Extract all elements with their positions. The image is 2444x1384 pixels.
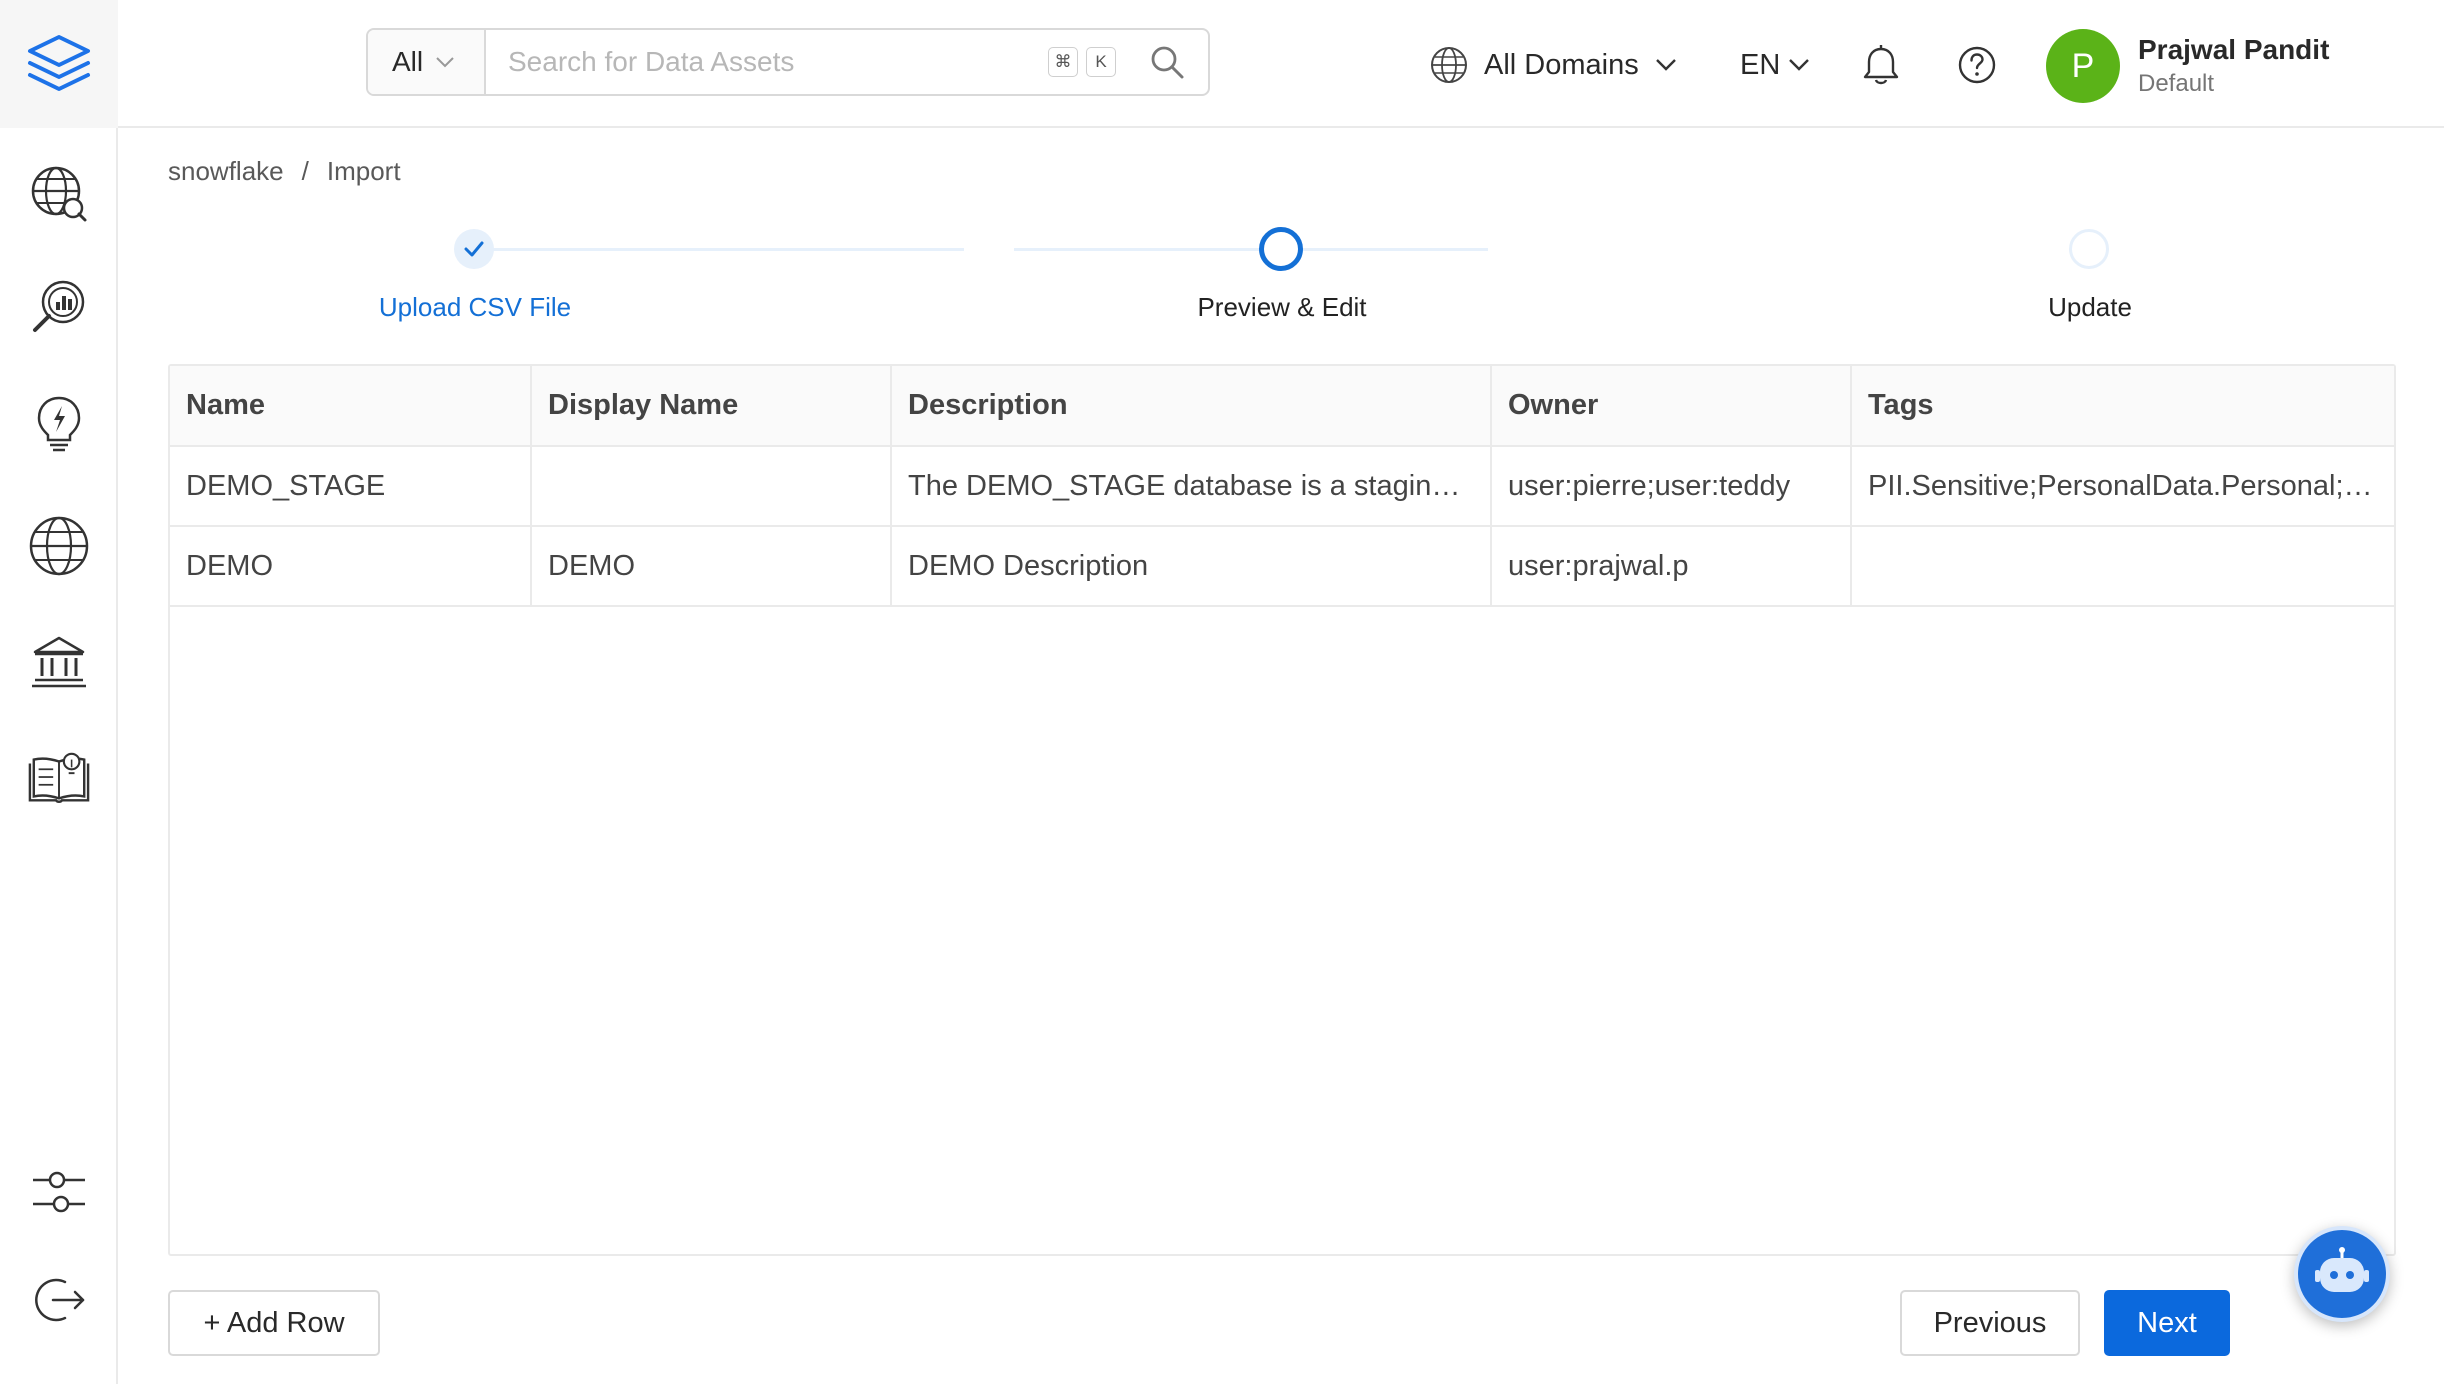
globe-icon [1431,47,1467,83]
avatar: P [2046,29,2120,103]
import-stepper: Upload CSV File Preview & Edit Update [168,220,2396,330]
sidebar-item-knowledge[interactable] [27,746,91,810]
help-icon [1958,46,1996,84]
logout-icon [35,1278,85,1322]
chatbot-button[interactable] [2294,1226,2390,1322]
domain-selector[interactable]: All Domains [1430,40,1677,90]
table-header-row: Name Display Name Description Owner Tags [170,366,2394,447]
column-header-display-name[interactable]: Display Name [531,366,892,447]
column-header-owner[interactable]: Owner [1491,366,1852,447]
cell-tags[interactable] [1851,526,2394,607]
bell-icon [1863,45,1899,85]
cell-display-name[interactable] [531,446,892,527]
step-update-label: Update [2048,292,2132,322]
step-preview-indicator [1259,227,1303,271]
app-root: All ⌘ K All Domains [0,0,2444,1384]
sidebar [0,0,118,1384]
command-key-icon: ⌘ [1048,47,1078,77]
step-upload-indicator [454,229,494,269]
check-icon [464,241,484,257]
add-row-button[interactable]: + Add Row [168,1290,380,1356]
search-type-label: All [392,46,424,77]
preview-grid: Name Display Name Description Owner Tags… [168,364,2396,1256]
table-row: DEMO_STAGE The DEMO_STAGE database is a … [170,446,2394,527]
domain-label: All Domains [1484,48,1639,81]
robot-icon [2315,1247,2369,1292]
notifications-button[interactable] [1858,42,1904,88]
language-selector[interactable]: EN [1740,40,1810,90]
step-preview-label: Preview & Edit [1197,292,1367,322]
search-button[interactable] [1144,39,1190,85]
observability-icon [37,396,81,452]
cell-description[interactable]: The DEMO_STAGE database is a staging are… [891,446,1492,527]
user-name: Prajwal Pandit [2138,34,2330,65]
governance-icon [32,636,86,688]
breadcrumb-item-import: Import [326,156,401,186]
step-upload-label: Upload CSV File [378,292,572,322]
column-header-name[interactable]: Name [170,366,532,447]
sidebar-item-governance[interactable] [27,630,91,694]
user-role: Default [2138,70,2215,97]
sidebar-item-explore[interactable] [27,162,91,226]
knowledge-icon [28,752,90,803]
sidebar-item-data-insights[interactable] [27,276,91,340]
data-insights-icon [33,280,85,332]
sidebar-item-observability[interactable] [27,392,91,456]
top-navbar: All ⌘ K All Domains [118,0,2444,128]
app-logo[interactable] [0,0,118,128]
preview-table: Name Display Name Description Owner Tags… [170,366,2394,607]
cell-name[interactable]: DEMO_STAGE [170,446,532,527]
previous-button[interactable]: Previous [1900,1290,2080,1356]
domains-icon [29,516,89,576]
breadcrumb-separator: / [301,156,309,186]
cell-owner[interactable]: user:pierre;user:teddy [1491,446,1852,527]
shortcut-key: K [1086,47,1116,77]
explore-icon [31,166,87,222]
breadcrumb-item-snowflake[interactable]: snowflake [168,156,284,187]
cell-display-name[interactable]: DEMO [531,526,892,607]
search-input[interactable] [486,30,1048,94]
cell-owner[interactable]: user:prajwal.p [1491,526,1852,607]
next-button[interactable]: Next [2104,1290,2230,1356]
chevron-down-icon [1655,59,1676,71]
user-info: Prajwal Pandit Default [2138,34,2329,98]
column-header-description[interactable]: Description [891,366,1492,447]
global-search: All ⌘ K [366,28,1210,96]
user-profile[interactable]: P Prajwal Pandit Default [2046,28,2329,104]
logo-icon [28,35,90,91]
settings-icon [33,1171,85,1213]
cell-name[interactable]: DEMO [170,526,532,607]
step-update-indicator [2069,229,2109,269]
chevron-down-icon [436,57,454,68]
step-connector [1014,248,1488,251]
column-header-tags[interactable]: Tags [1851,366,2394,447]
chevron-down-icon [1789,59,1810,71]
cell-description[interactable]: DEMO Description [891,526,1492,607]
table-row: DEMO DEMO DEMO Description user:prajwal.… [170,526,2394,607]
language-label: EN [1740,48,1781,81]
breadcrumb: snowflake / Import [168,156,401,187]
help-button[interactable] [1954,42,2000,88]
step-connector [492,248,964,251]
sidebar-item-settings[interactable] [27,1160,91,1224]
cell-tags[interactable]: PII.Sensitive;PersonalData.Personal;Rete… [1851,446,2394,527]
search-icon [1151,46,1184,79]
search-type-dropdown[interactable]: All [368,30,486,94]
sidebar-item-logout[interactable] [27,1268,91,1332]
sidebar-item-domains[interactable] [27,514,91,578]
